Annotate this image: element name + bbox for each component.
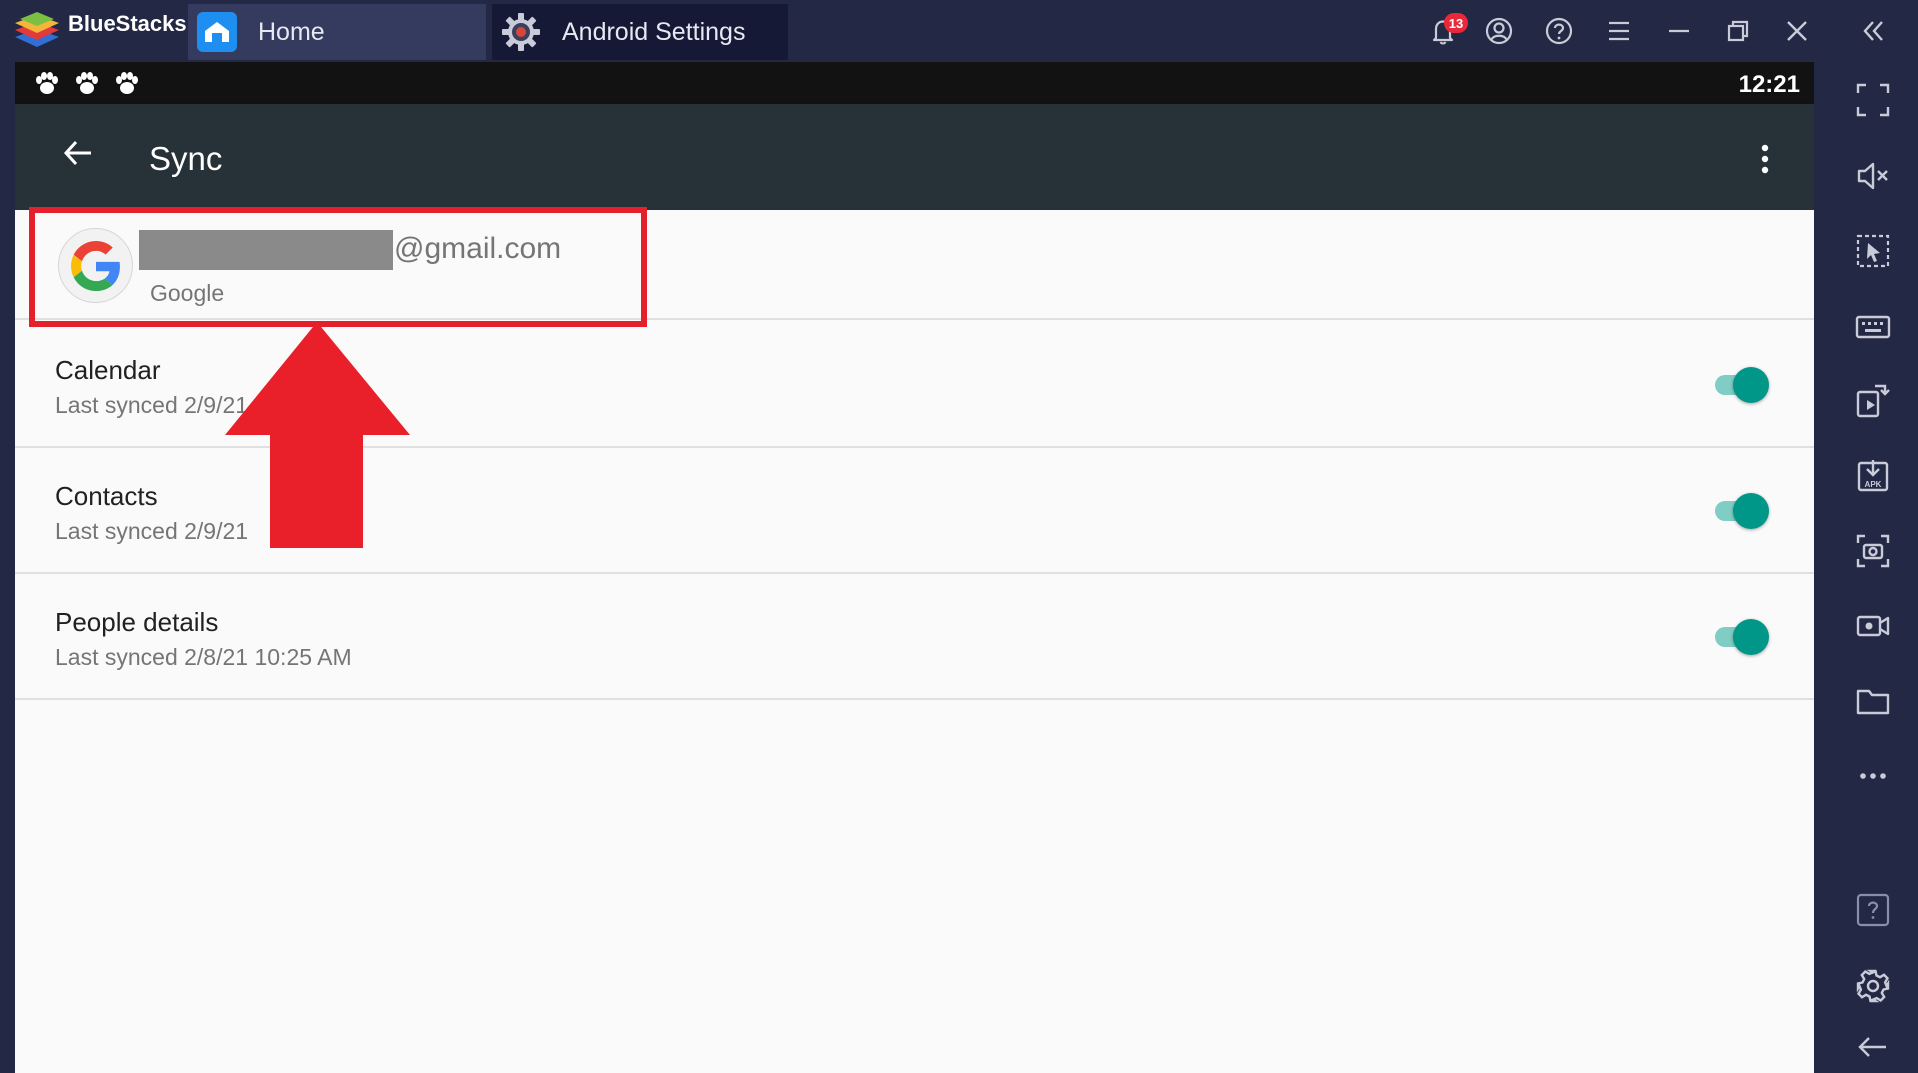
keyboard-button[interactable] <box>1849 302 1897 350</box>
bluestacks-title-bar: BlueStacks Home Android Settings 13 <box>0 0 1918 62</box>
more-options-button[interactable] <box>1849 752 1897 800</box>
sync-item-title: People details <box>55 607 219 637</box>
notification-count-badge: 13 <box>1444 13 1468 33</box>
status-clock: 12:21 <box>1738 71 1800 98</box>
sync-toggle-calendar[interactable] <box>1715 365 1771 405</box>
fullscreen-button[interactable] <box>1849 76 1897 124</box>
overflow-menu-button[interactable] <box>1750 134 1780 184</box>
tab-android-settings[interactable]: Android Settings <box>492 4 788 60</box>
sync-item-title: Contacts <box>55 481 158 511</box>
sidebar-settings-button[interactable] <box>1849 962 1897 1010</box>
screenshot-button[interactable] <box>1849 527 1897 575</box>
paw-icon <box>36 72 58 94</box>
volume-button[interactable] <box>1849 152 1897 200</box>
sync-toggle-people-details[interactable] <box>1715 617 1771 657</box>
paw-icon <box>76 72 98 94</box>
sidebar-help-button[interactable] <box>1849 886 1897 934</box>
close-button[interactable] <box>1778 12 1816 50</box>
tab-android-settings-label: Android Settings <box>562 17 746 46</box>
screenshot-icon <box>1856 534 1890 568</box>
sync-item-title: Calendar <box>55 355 161 385</box>
rotate-icon <box>1856 384 1890 418</box>
svg-text:APK: APK <box>1865 480 1882 489</box>
minimize-button[interactable] <box>1660 12 1698 50</box>
media-folder-button[interactable] <box>1849 677 1897 725</box>
record-icon <box>1856 615 1890 637</box>
record-button[interactable] <box>1849 602 1897 650</box>
bluestacks-logo <box>15 12 59 47</box>
sync-toggle-contacts[interactable] <box>1715 491 1771 531</box>
paw-icon <box>116 72 138 94</box>
annotation-arrow-icon <box>225 322 410 548</box>
install-apk-button[interactable]: APK <box>1849 452 1897 500</box>
gear-icon <box>500 11 542 53</box>
notifications-button[interactable]: 13 <box>1424 12 1468 50</box>
minimize-icon <box>1669 29 1689 33</box>
app-bar: Sync <box>15 104 1814 210</box>
right-sidebar: APK <box>1828 62 1918 1073</box>
pointer-mode-button[interactable] <box>1849 227 1897 275</box>
help-button[interactable] <box>1540 12 1578 50</box>
sidebar-back-button[interactable] <box>1849 1023 1897 1071</box>
sync-item-people-details[interactable]: People details Last synced 2/8/21 10:25 … <box>15 574 1814 700</box>
home-icon <box>196 11 238 53</box>
sync-item-subtitle: Last synced 2/9/21 <box>55 518 249 544</box>
account-icon <box>1485 17 1513 45</box>
close-icon <box>1787 21 1807 41</box>
tab-home-label: Home <box>258 17 325 46</box>
fullscreen-icon <box>1856 83 1890 117</box>
keyboard-icon <box>1855 315 1891 339</box>
sync-item-subtitle: Last synced 2/9/21 <box>55 392 249 418</box>
restore-icon <box>1727 20 1749 42</box>
rotate-button[interactable] <box>1849 377 1897 425</box>
install-apk-icon: APK <box>1857 460 1889 492</box>
menu-icon <box>1609 21 1629 41</box>
volume-mute-icon <box>1857 162 1888 190</box>
collapse-sidebar-button[interactable] <box>1854 12 1892 50</box>
restore-button[interactable] <box>1719 12 1757 50</box>
collapse-sidebar-icon <box>1863 21 1883 41</box>
account-button[interactable] <box>1480 12 1518 50</box>
more-icon <box>1860 773 1886 779</box>
sync-item-subtitle: Last synced 2/8/21 10:25 AM <box>55 644 352 670</box>
help-icon <box>1545 17 1573 45</box>
back-icon <box>1858 1037 1886 1057</box>
navigate-back-button[interactable] <box>53 128 103 178</box>
app-name: BlueStacks <box>68 11 187 36</box>
annotation-highlight-box <box>29 207 647 327</box>
more-vert-icon <box>1761 144 1769 174</box>
arrow-back-icon <box>63 140 91 166</box>
folder-icon <box>1856 689 1890 715</box>
status-bar: 12:21 <box>15 62 1814 104</box>
menu-button[interactable] <box>1600 12 1638 50</box>
page-title: Sync <box>149 140 223 177</box>
pointer-icon <box>1856 234 1890 268</box>
tab-home[interactable]: Home <box>188 4 486 60</box>
settings-icon <box>1856 969 1890 1003</box>
help-icon <box>1856 893 1890 927</box>
